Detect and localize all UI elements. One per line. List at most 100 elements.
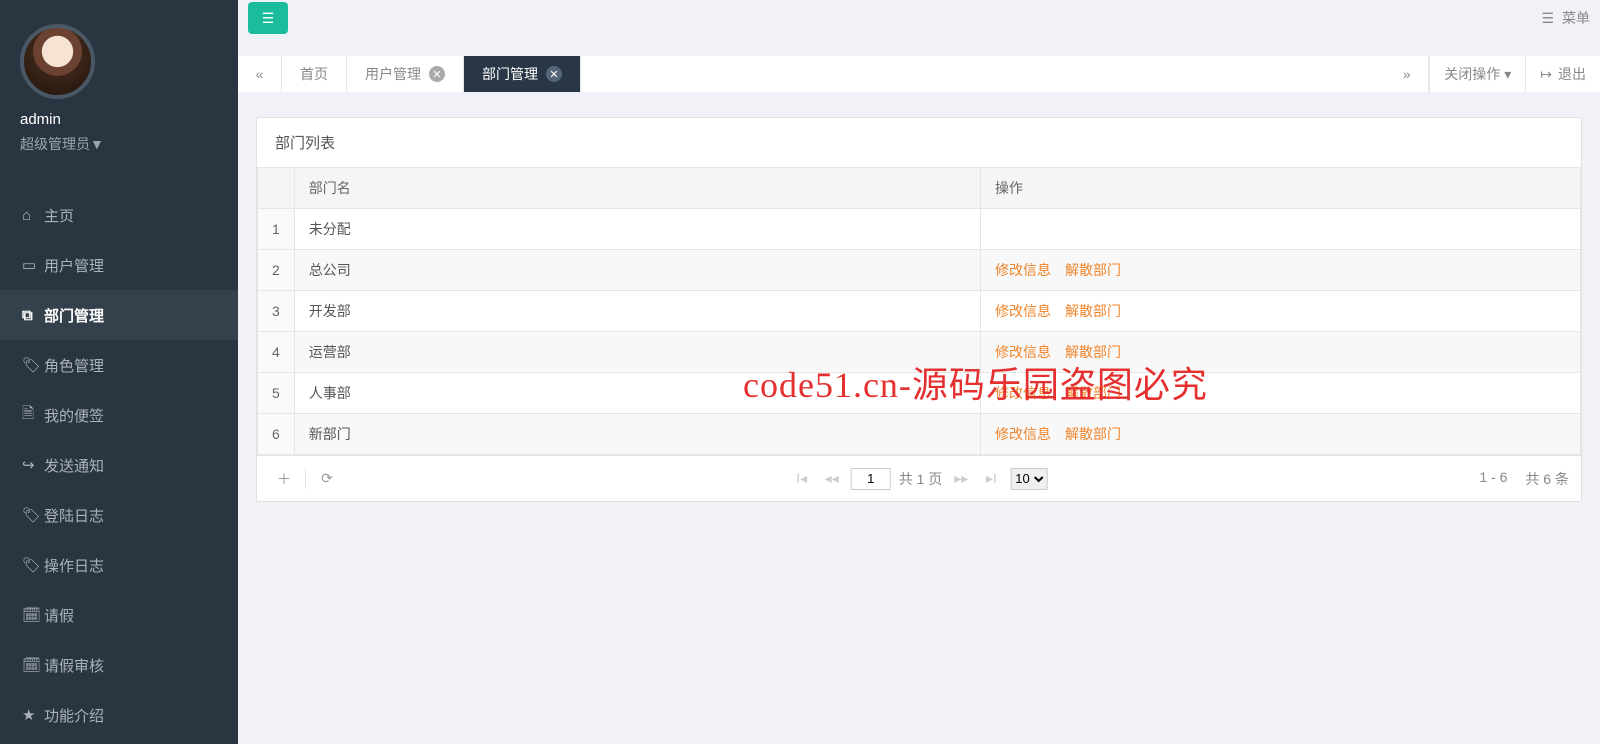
table-row[interactable]: 5人事部修改信息解散部门 xyxy=(258,373,1581,414)
refresh-button[interactable]: ⟳ xyxy=(312,470,342,487)
op-link[interactable]: 解散部门 xyxy=(1065,385,1121,401)
page-size-select[interactable]: 10 xyxy=(1010,468,1047,490)
tab-label: 用户管理 xyxy=(365,64,421,84)
cell-name: 总公司 xyxy=(294,250,980,291)
pager: ＋ ⟳ I◂ ◂◂ 共 1 页 ▸▸ ▸I 10 1 - 6 共 6 条 xyxy=(257,455,1581,501)
cell-ops: 修改信息解散部门 xyxy=(981,414,1581,455)
last-page-button[interactable]: ▸I xyxy=(980,470,1002,487)
double-chevron-right-icon: » xyxy=(1403,66,1411,82)
total-pages-label: 共 1 页 xyxy=(899,469,943,489)
close-operations-dropdown[interactable]: 关闭操作 ▾ xyxy=(1429,56,1526,92)
op-link[interactable]: 修改信息 xyxy=(995,262,1051,278)
nav: ⌂主页▭用户管理⧉部门管理🏷角色管理🗎我的便签↪发送通知🏷登陆日志🏷操作日志🗓请… xyxy=(0,190,238,740)
nav-icon: ⧉ xyxy=(22,307,44,324)
nav-item-1[interactable]: ▭用户管理 xyxy=(0,240,238,290)
record-range: 1 - 6 xyxy=(1479,469,1507,489)
tab-2[interactable]: 部门管理 ✕ xyxy=(464,56,581,92)
nav-label: 请假 xyxy=(44,605,74,626)
nav-item-9[interactable]: 🗓请假审核 xyxy=(0,640,238,690)
menu-link[interactable]: 菜单 xyxy=(1562,8,1590,28)
table-row[interactable]: 2总公司修改信息解散部门 xyxy=(258,250,1581,291)
table-row[interactable]: 6新部门修改信息解散部门 xyxy=(258,414,1581,455)
op-link[interactable]: 解散部门 xyxy=(1065,303,1121,319)
nav-label: 登陆日志 xyxy=(44,505,104,526)
op-link[interactable]: 修改信息 xyxy=(995,385,1051,401)
cell-ops: 修改信息解散部门 xyxy=(981,373,1581,414)
nav-label: 我的便签 xyxy=(44,405,104,426)
op-link[interactable]: 解散部门 xyxy=(1065,262,1121,278)
page-input[interactable] xyxy=(851,468,891,490)
cell-index: 2 xyxy=(258,250,295,291)
user-role-dropdown[interactable]: 超级管理员▼ xyxy=(20,134,218,154)
nav-icon: ▭ xyxy=(22,256,44,274)
nav-item-2[interactable]: ⧉部门管理 xyxy=(0,290,238,340)
close-tab-icon[interactable]: ✕ xyxy=(429,66,445,82)
nav-icon: ⌂ xyxy=(22,207,44,224)
username: admin xyxy=(20,111,218,128)
nav-item-8[interactable]: 🗓请假 xyxy=(0,590,238,640)
tabs-container: 首页 用户管理 ✕ 部门管理 ✕ xyxy=(282,56,581,92)
tab-1[interactable]: 用户管理 ✕ xyxy=(347,56,464,92)
close-tab-icon[interactable]: ✕ xyxy=(546,66,562,82)
tabs-scroll-left-button[interactable]: « xyxy=(238,56,282,92)
sign-out-icon: ↦ xyxy=(1540,66,1552,83)
first-page-button[interactable]: I◂ xyxy=(791,470,813,487)
op-link[interactable]: 修改信息 xyxy=(995,303,1051,319)
nav-label: 部门管理 xyxy=(44,305,104,326)
nav-label: 操作日志 xyxy=(44,555,104,576)
logout-label: 退出 xyxy=(1558,64,1586,84)
prev-page-button[interactable]: ◂◂ xyxy=(821,470,843,487)
tabs-scroll-right-button[interactable]: » xyxy=(1385,56,1429,92)
op-link[interactable]: 修改信息 xyxy=(995,344,1051,360)
nav-icon: 🏷 xyxy=(22,356,44,374)
nav-label: 功能介绍 xyxy=(44,705,104,726)
nav-item-7[interactable]: 🏷操作日志 xyxy=(0,540,238,590)
tab-0[interactable]: 首页 xyxy=(282,56,347,92)
cell-ops: 修改信息解散部门 xyxy=(981,250,1581,291)
list-icon: ☰ xyxy=(1541,10,1554,27)
caret-down-icon: ▾ xyxy=(1504,66,1511,83)
panel: 部门列表 部门名 操作 1未分配2总公司修改信息解散部门3开发部修改信息解散部门… xyxy=(256,117,1582,502)
nav-item-3[interactable]: 🏷角色管理 xyxy=(0,340,238,390)
avatar xyxy=(20,24,95,99)
pager-right: 1 - 6 共 6 条 xyxy=(1479,469,1569,489)
op-link[interactable]: 解散部门 xyxy=(1065,426,1121,442)
cell-name: 新部门 xyxy=(294,414,980,455)
pager-center: I◂ ◂◂ 共 1 页 ▸▸ ▸I 10 xyxy=(791,468,1048,490)
table-row[interactable]: 3开发部修改信息解散部门 xyxy=(258,291,1581,332)
table-row[interactable]: 1未分配 xyxy=(258,209,1581,250)
logout-button[interactable]: ↦ 退出 xyxy=(1526,56,1600,92)
nav-icon: 🗓 xyxy=(22,656,44,674)
user-panel: admin 超级管理员▼ xyxy=(0,0,238,170)
nav-label: 请假审核 xyxy=(44,655,104,676)
cell-index: 1 xyxy=(258,209,295,250)
cell-name: 运营部 xyxy=(294,332,980,373)
next-page-button[interactable]: ▸▸ xyxy=(950,470,972,487)
cell-index: 4 xyxy=(258,332,295,373)
op-link[interactable]: 解散部门 xyxy=(1065,344,1121,360)
nav-item-10[interactable]: ★功能介绍 xyxy=(0,690,238,740)
nav-item-4[interactable]: 🗎我的便签 xyxy=(0,390,238,440)
nav-item-0[interactable]: ⌂主页 xyxy=(0,190,238,240)
th-index xyxy=(258,168,295,209)
nav-label: 用户管理 xyxy=(44,255,104,276)
topbar: ☰ ☰ 菜单 xyxy=(238,0,1600,36)
cell-index: 5 xyxy=(258,373,295,414)
cell-ops: 修改信息解散部门 xyxy=(981,291,1581,332)
th-name[interactable]: 部门名 xyxy=(294,168,980,209)
table-row[interactable]: 4运营部修改信息解散部门 xyxy=(258,332,1581,373)
nav-item-6[interactable]: 🏷登陆日志 xyxy=(0,490,238,540)
tab-label: 首页 xyxy=(300,64,328,84)
record-total: 共 6 条 xyxy=(1525,469,1569,489)
cell-index: 6 xyxy=(258,414,295,455)
op-link[interactable]: 修改信息 xyxy=(995,426,1051,442)
nav-icon: ↪ xyxy=(22,456,44,474)
add-row-button[interactable]: ＋ xyxy=(269,469,299,489)
nav-item-5[interactable]: ↪发送通知 xyxy=(0,440,238,490)
tab-label: 部门管理 xyxy=(482,64,538,84)
th-ops[interactable]: 操作 xyxy=(981,168,1581,209)
close-op-label: 关闭操作 xyxy=(1444,64,1500,84)
nav-label: 发送通知 xyxy=(44,455,104,476)
toggle-sidebar-button[interactable]: ☰ xyxy=(248,2,288,34)
topbar-right: ☰ 菜单 xyxy=(1541,8,1590,28)
